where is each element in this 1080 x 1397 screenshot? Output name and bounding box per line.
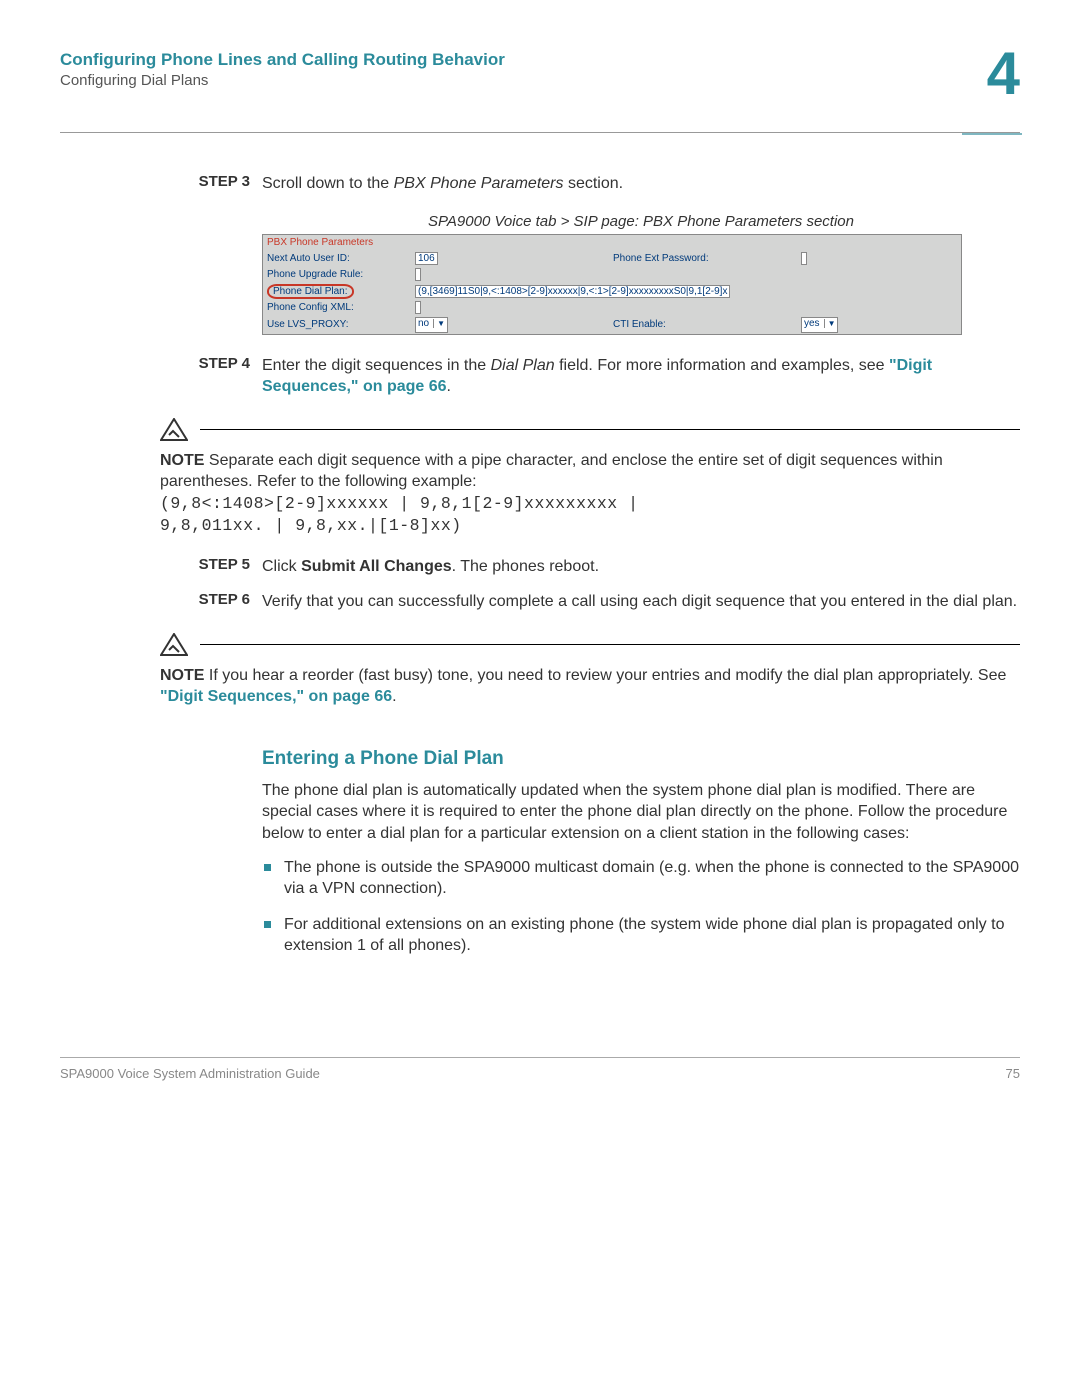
step-text: Enter the digit sequences in the [262,357,491,374]
ss-section-title: PBX Phone Parameters [263,234,962,251]
list-item: The phone is outside the SPA9000 multica… [262,857,1020,900]
step-text-em: PBX Phone Parameters [394,175,564,192]
note-text: NOTE If you hear a reorder (fast busy) t… [160,665,1020,708]
ss-label: Next Auto User ID: [263,251,412,267]
ss-input: 106 [415,252,438,265]
list-item: For additional extensions on an existing… [262,914,1020,957]
code-line: (9,8<:1408>[2-9]xxxxxx | 9,8,1[2-9]xxxxx… [160,493,1020,515]
step-text: Click [262,558,301,575]
step-body: Scroll down to the PBX Phone Parameters … [262,173,1020,195]
ss-label: Phone Ext Password: [609,251,797,267]
page-number: 75 [1006,1066,1020,1081]
note-label: NOTE [160,667,204,684]
step-text: field. For more information and examples… [555,357,889,374]
screenshot-caption: SPA9000 Voice tab > SIP page: PBX Phone … [262,213,1020,230]
step-text: section. [564,175,624,192]
note-label: NOTE [160,452,204,469]
chapter-number: 4 [987,50,1020,98]
step-body: Enter the digit sequences in the Dial Pl… [262,355,1020,398]
note-divider [200,429,1020,430]
note-text: NOTE Separate each digit sequence with a… [160,450,1020,538]
chapter-underline [962,133,1022,135]
step-label: STEP 6 [160,591,262,613]
ss-label: Phone Upgrade Rule: [263,267,412,283]
code-line: 9,8,011xx. | 9,8,xx.|[1-8]xx) [160,515,1020,537]
ss-label: Phone Config XML: [263,300,412,316]
step-body: Click Submit All Changes. The phones reb… [262,556,1020,578]
ss-label: CTI Enable: [609,316,797,335]
ss-input [415,301,421,314]
note-icon [160,418,188,442]
code-example: (9,8<:1408>[2-9]xxxxxx | 9,8,1[2-9]xxxxx… [160,493,1020,538]
footer-left: SPA9000 Voice System Administration Guid… [60,1066,320,1081]
ss-input [801,252,807,265]
step-label: STEP 5 [160,556,262,578]
footer-rule [60,1057,1020,1058]
ss-label: Use LVS_PROXY: [263,316,412,335]
chapter-subtitle: Configuring Dial Plans [60,72,505,89]
ss-input [415,268,421,281]
step-text-em: Dial Plan [491,357,555,374]
ss-select: no▼ [415,317,448,333]
step-body: Verify that you can successfully complet… [262,591,1020,613]
step-label: STEP 4 [160,355,262,398]
note-icon [160,633,188,657]
body-paragraph: The phone dial plan is automatically upd… [262,780,1020,845]
subsection-heading: Entering a Phone Dial Plan [262,748,1020,770]
header-rule [60,132,1020,133]
ss-select: yes▼ [801,317,838,333]
page-header: Configuring Phone Lines and Calling Rout… [60,50,1020,110]
step-text: . [447,378,451,395]
note-body: Separate each digit sequence with a pipe… [160,452,943,491]
note-body: . [392,688,396,705]
pbx-parameters-screenshot: PBX Phone Parameters Next Auto User ID: … [262,234,962,335]
page-footer: SPA9000 Voice System Administration Guid… [60,1066,1020,1081]
step-label: STEP 3 [160,173,262,195]
note-divider [200,644,1020,645]
step-text-bold: Submit All Changes [301,558,452,575]
step-text: . The phones reboot. [452,558,599,575]
step-text: Scroll down to the [262,175,394,192]
ss-label-highlighted: Phone Dial Plan: [267,284,354,299]
note-body: If you hear a reorder (fast busy) tone, … [209,667,1006,684]
ss-input: (9,[3469]11S0|9,<:1408>[2-9]xxxxxx|9,<:1… [415,285,730,298]
page-link[interactable]: "Digit Sequences," on page 66 [160,688,392,705]
chapter-title: Configuring Phone Lines and Calling Rout… [60,50,505,70]
